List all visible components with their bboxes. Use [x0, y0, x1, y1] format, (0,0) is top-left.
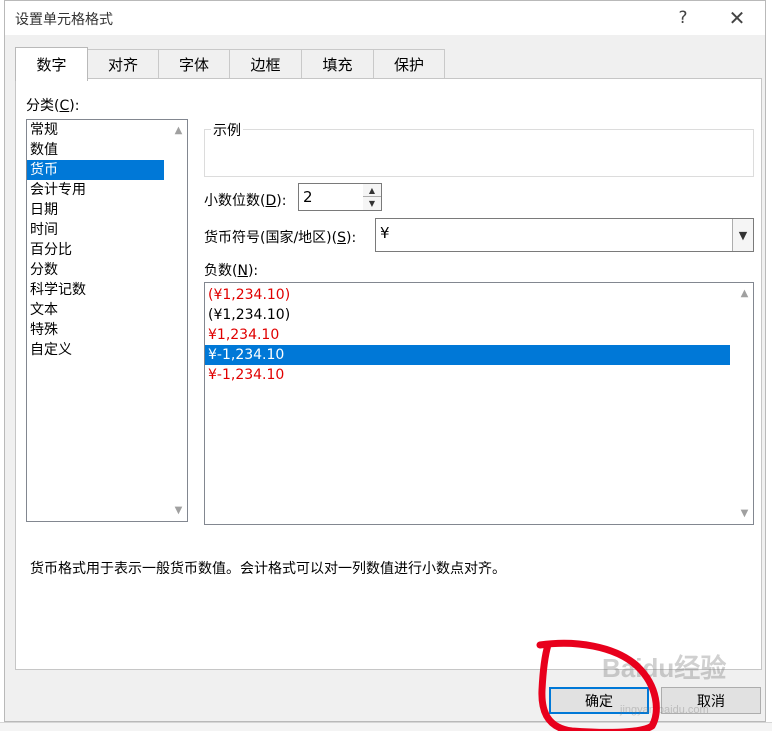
- category-scrollbar[interactable]: ▲ ▼: [170, 120, 187, 521]
- category-listbox[interactable]: 常规 数值 货币 会计专用 日期 时间 百分比 分数 科学记数 文本 特殊 自定…: [26, 119, 188, 522]
- tab-protection[interactable]: 保护: [373, 49, 445, 79]
- negative-numbers-listbox[interactable]: (¥1,234.10) (¥1,234.10) ¥1,234.10 ¥-1,23…: [204, 282, 754, 525]
- category-item-time[interactable]: 时间: [27, 220, 187, 240]
- category-item-general[interactable]: 常规: [27, 120, 187, 140]
- close-icon[interactable]: ✕: [715, 3, 759, 33]
- sample-group: 示例: [204, 120, 754, 177]
- negative-numbers-label: 负数(N):: [204, 263, 259, 279]
- number-tab-panel: 分类(C): 常规 数值 货币 会计专用 日期 时间 百分比 分数 科学记数 文…: [15, 78, 762, 670]
- currency-symbol-label: 货币符号(国家/地区)(S):: [204, 230, 357, 246]
- category-item-percentage[interactable]: 百分比: [27, 240, 187, 260]
- tab-number[interactable]: 数字: [15, 47, 88, 81]
- negative-format-item-selected[interactable]: ¥-1,234.10: [205, 345, 730, 365]
- tab-alignment[interactable]: 对齐: [87, 49, 159, 79]
- scroll-down-icon[interactable]: ▼: [172, 504, 185, 517]
- title-bar: 设置单元格格式 ? ✕: [5, 1, 765, 35]
- dialog-title: 设置单元格格式: [15, 12, 113, 28]
- format-description: 货币格式用于表示一般货币数值。会计格式可以对一列数值进行小数点对齐。: [30, 561, 506, 577]
- help-icon[interactable]: ?: [661, 3, 705, 33]
- currency-symbol-select[interactable]: ¥ ▼: [375, 218, 754, 252]
- tab-border[interactable]: 边框: [229, 49, 302, 79]
- category-item-special[interactable]: 特殊: [27, 320, 187, 340]
- scroll-up-icon[interactable]: ▲: [172, 124, 185, 137]
- category-item-date[interactable]: 日期: [27, 200, 187, 220]
- tab-fill[interactable]: 填充: [301, 49, 374, 79]
- negative-numbers-list: (¥1,234.10) (¥1,234.10) ¥1,234.10 ¥-1,23…: [205, 283, 753, 385]
- format-cells-dialog: 设置单元格格式 ? ✕ 数字 对齐 字体 边框 填充 保护 分类(C): 常规 …: [4, 0, 766, 722]
- stepper-down-icon[interactable]: ▼: [363, 197, 381, 210]
- decimals-label: 小数位数(D):: [204, 193, 287, 209]
- category-item-accounting[interactable]: 会计专用: [27, 180, 187, 200]
- category-item-fraction[interactable]: 分数: [27, 260, 187, 280]
- decimals-input[interactable]: 2: [298, 183, 364, 211]
- negative-format-item[interactable]: ¥-1,234.10: [205, 365, 753, 385]
- chevron-down-icon[interactable]: ▼: [732, 219, 753, 251]
- stepper-up-icon[interactable]: ▲: [363, 184, 381, 197]
- currency-symbol-value: ¥: [380, 224, 390, 242]
- category-list: 常规 数值 货币 会计专用 日期 时间 百分比 分数 科学记数 文本 特殊 自定…: [27, 120, 187, 360]
- sample-label: 示例: [211, 120, 243, 140]
- category-item-custom[interactable]: 自定义: [27, 340, 187, 360]
- negative-format-item[interactable]: (¥1,234.10): [205, 305, 753, 325]
- tab-font[interactable]: 字体: [158, 49, 230, 79]
- baidu-watermark: Baidu经验: [602, 653, 727, 683]
- category-item-scientific[interactable]: 科学记数: [27, 280, 187, 300]
- decimals-stepper[interactable]: ▲ ▼: [363, 183, 382, 211]
- scroll-down-icon[interactable]: ▼: [738, 507, 751, 520]
- category-label: 分类(C):: [26, 98, 80, 114]
- negative-format-item[interactable]: ¥1,234.10: [205, 325, 753, 345]
- negative-format-item[interactable]: (¥1,234.10): [205, 285, 753, 305]
- category-item-text[interactable]: 文本: [27, 300, 187, 320]
- category-item-currency[interactable]: 货币: [27, 160, 164, 180]
- negative-numbers-scrollbar[interactable]: ▲ ▼: [736, 283, 753, 524]
- scroll-up-icon[interactable]: ▲: [738, 287, 751, 300]
- spreadsheet-background-bottom: [0, 722, 772, 731]
- baidu-watermark-url: jingyan.baidu.com: [620, 704, 709, 716]
- category-item-number[interactable]: 数值: [27, 140, 187, 160]
